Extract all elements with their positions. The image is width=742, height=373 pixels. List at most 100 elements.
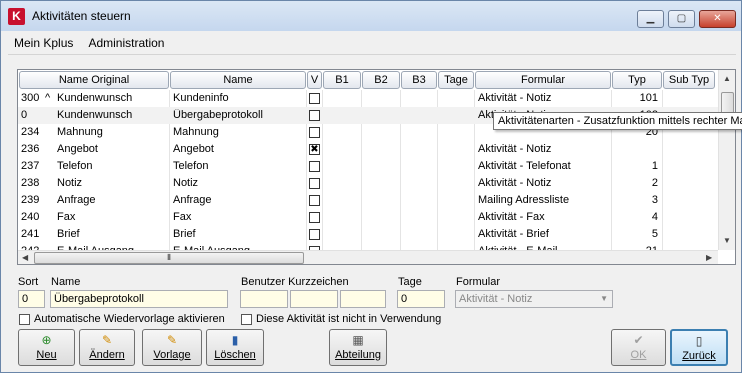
table-row[interactable]: 241 Brief Brief Aktivität - Brief 5 (18, 226, 718, 243)
cell-name: Übergabeprotokoll (173, 109, 263, 121)
edit-pencil-icon: ✎ (101, 333, 113, 347)
department-icon: ▦ (352, 333, 364, 347)
cell-name-original: Fax (57, 211, 76, 223)
cell-name-original: Mahnung (57, 126, 103, 138)
formular-select-value: Aktivität - Notiz (459, 293, 533, 305)
kurzzeichen-input-b2[interactable] (290, 290, 338, 308)
minimize-button[interactable]: ▁ (637, 10, 664, 28)
cell-name: Anfrage (173, 194, 212, 206)
zurueck-button[interactable]: ▯ Zurück (670, 329, 728, 366)
neu-button[interactable]: ⊕ Neu (18, 329, 75, 366)
cell-v-checkbox[interactable] (309, 178, 320, 189)
cell-typ: 4 (651, 211, 658, 223)
vorlage-button[interactable]: ✎ Vorlage (142, 329, 202, 366)
col-header-name[interactable]: Name (170, 71, 306, 89)
title-bar: K Aktivitäten steuern ▁ ▢ ✕ (1, 1, 741, 31)
menu-administration[interactable]: Administration (82, 32, 170, 54)
tooltip: Aktivitätenarten - Zusatzfunktion mittel… (493, 112, 742, 130)
cell-typ: 1 (651, 160, 658, 172)
cell-name-original: Angebot (57, 143, 98, 155)
cell-name-original: Telefon (57, 160, 93, 172)
horizontal-scroll-thumb[interactable]: ⦀ (34, 252, 304, 264)
window-title: Aktivitäten steuern (32, 9, 131, 23)
table-header: Name Original Name V B1 B2 B3 Tage Formu… (18, 70, 718, 90)
col-header-name-original[interactable]: Name Original (19, 71, 169, 89)
cell-typ: 5 (651, 228, 658, 240)
cell-flag (45, 143, 55, 158)
vertical-scrollbar[interactable]: ▲ ▼ (718, 70, 735, 250)
not-in-use-checkbox[interactable] (241, 314, 252, 325)
sort-label: Sort (18, 276, 39, 288)
col-header-sub-typ[interactable]: Sub Typ (663, 71, 715, 89)
menu-mein-kplus[interactable]: Mein Kplus (8, 32, 79, 54)
cell-formular: Aktivität - Brief (478, 228, 549, 240)
table-row[interactable]: 236 Angebot Angebot ✖ Aktivität - Notiz (18, 141, 718, 158)
cell-typ (614, 143, 658, 158)
loeschen-button[interactable]: ▮ Löschen (206, 329, 264, 366)
cell-flag (45, 160, 55, 175)
cell-v-checkbox[interactable] (309, 93, 320, 104)
scroll-right-icon[interactable]: ▶ (706, 253, 712, 262)
cell-flag (45, 177, 55, 192)
sort-input[interactable]: 0 (18, 290, 45, 308)
scroll-up-icon[interactable]: ▲ (723, 74, 731, 83)
aendern-button[interactable]: ✎ Ändern (79, 329, 135, 366)
name-label: Name (51, 276, 81, 288)
menu-bar: Mein Kplus Administration (8, 32, 736, 54)
table-row[interactable]: 239 Anfrage Anfrage Mailing Adressliste 3 (18, 192, 718, 209)
col-header-formular[interactable]: Formular (475, 71, 611, 89)
kurzzeichen-label: Benutzer Kurzzeichen (241, 276, 349, 288)
table-row[interactable]: 300 ^ Kundenwunsch Kundeninfo Aktivität - No… (18, 90, 718, 107)
cell-v-checkbox[interactable] (309, 229, 320, 240)
scroll-down-icon[interactable]: ▼ (723, 236, 731, 245)
content-panel: Name Original Name V B1 B2 B3 Tage Formu… (8, 54, 736, 369)
kurzzeichen-input-b3[interactable] (340, 290, 386, 308)
kurzzeichen-input-b1[interactable] (240, 290, 288, 308)
auto-wiedervorlage-label: Automatische Wiedervorlage aktivieren (34, 313, 225, 325)
main-window: K Aktivitäten steuern ▁ ▢ ✕ Mein Kplus A… (0, 0, 742, 373)
table-row[interactable]: 240 Fax Fax Aktivität - Fax 4 (18, 209, 718, 226)
cell-name-original: Kundenwunsch (57, 109, 133, 121)
cell-flag (45, 126, 55, 141)
cell-v-checkbox[interactable] (309, 161, 320, 172)
scroll-left-icon[interactable]: ◀ (22, 253, 28, 262)
formular-select[interactable]: Aktivität - Notiz ▼ (455, 290, 613, 308)
col-header-b1[interactable]: B1 (323, 71, 361, 89)
chevron-down-icon: ▼ (600, 294, 608, 303)
col-header-b3[interactable]: B3 (401, 71, 437, 89)
checkmark-icon: ✔ (633, 333, 644, 347)
activity-table[interactable]: Name Original Name V B1 B2 B3 Tage Formu… (17, 69, 736, 265)
template-icon: ✎ (166, 333, 178, 347)
table-row[interactable]: 238 Notiz Notiz Aktivität - Notiz 2 (18, 175, 718, 192)
trash-icon: ▮ (231, 333, 239, 347)
close-button[interactable]: ✕ (699, 10, 736, 28)
tage-input[interactable]: 0 (397, 290, 445, 308)
cell-typ: 3 (651, 194, 658, 206)
col-header-typ[interactable]: Typ (612, 71, 662, 89)
horizontal-scrollbar[interactable]: ◀ ⦀ ▶ (18, 250, 718, 264)
cell-typ: 2 (651, 177, 658, 189)
cell-name: Fax (173, 211, 192, 223)
cell-name-original: Notiz (57, 177, 83, 189)
cell-flag (45, 109, 55, 124)
ok-button[interactable]: ✔ OK (611, 329, 666, 366)
cell-v-checkbox[interactable] (309, 212, 320, 223)
cell-name: Kundeninfo (173, 92, 229, 104)
col-header-v[interactable]: V (307, 71, 322, 89)
col-header-b2[interactable]: B2 (362, 71, 400, 89)
cell-formular: Aktivität - Fax (478, 211, 545, 223)
name-input[interactable]: Übergabeprotokoll (50, 290, 228, 308)
cell-v-checkbox[interactable] (309, 127, 320, 138)
app-logo-icon: K (8, 8, 25, 25)
cell-v-checkbox[interactable]: ✖ (309, 144, 320, 155)
cell-v-checkbox[interactable] (309, 195, 320, 206)
maximize-button[interactable]: ▢ (668, 10, 695, 28)
cell-v-checkbox[interactable] (309, 110, 320, 121)
abteilung-button[interactable]: ▦ Abteilung (329, 329, 387, 366)
cell-name: Brief (173, 228, 196, 240)
auto-wiedervorlage-checkbox[interactable] (19, 314, 30, 325)
table-row[interactable]: 237 Telefon Telefon Aktivität - Telefonat 1 (18, 158, 718, 175)
col-header-tage[interactable]: Tage (438, 71, 474, 89)
formular-label: Formular (456, 276, 501, 288)
cell-formular: Aktivität - Telefonat (478, 160, 571, 172)
